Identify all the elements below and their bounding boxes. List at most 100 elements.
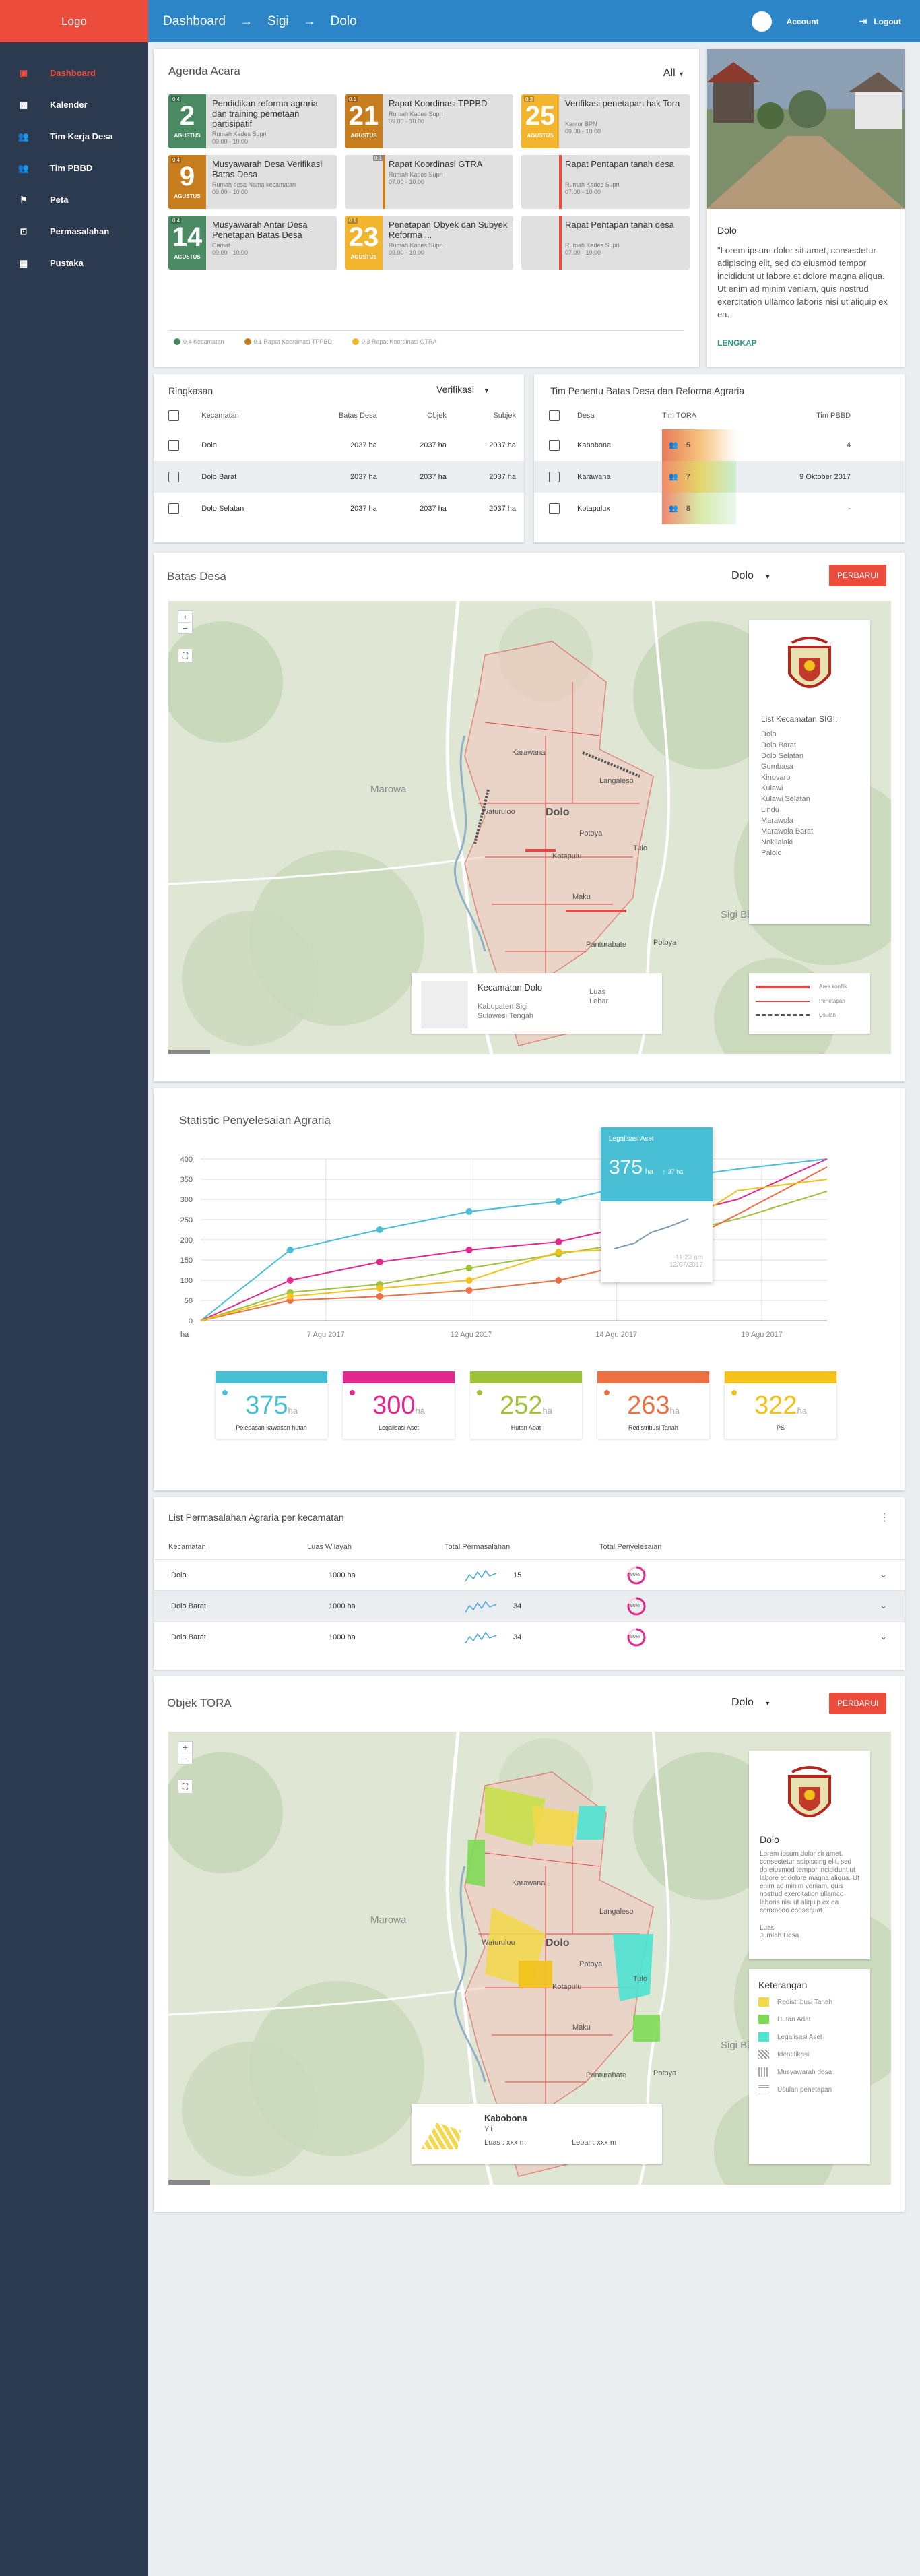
column-header[interactable]: Objek bbox=[385, 402, 455, 429]
kecamatan-list-item[interactable]: Dolo Barat bbox=[761, 740, 858, 751]
row-checkbox[interactable] bbox=[154, 429, 192, 461]
batas-select[interactable]: Dolo ▼ bbox=[731, 570, 770, 582]
kecamatan-list-item[interactable]: Dolo bbox=[761, 729, 858, 740]
sidebar-item-peta[interactable]: ⚑ Peta bbox=[0, 184, 148, 216]
avatar[interactable] bbox=[751, 11, 772, 32]
data-point[interactable] bbox=[465, 1287, 473, 1294]
agenda-event[interactable]: Rapat Pentapan tanah desa Rumah Kades Sup… bbox=[521, 155, 690, 209]
profile-more-link[interactable]: LENGKAP bbox=[717, 338, 757, 348]
sidebar-item-permasalahan[interactable]: ⊡ Permasalahan bbox=[0, 216, 148, 247]
checkbox[interactable] bbox=[549, 471, 560, 482]
column-header[interactable]: Luas Wilayah bbox=[307, 1543, 352, 1551]
data-point[interactable] bbox=[376, 1293, 383, 1300]
chevron-down-icon[interactable]: ⌄ bbox=[880, 1631, 887, 1642]
agenda-event[interactable]: 0.4 2 AGUSTUS Pendidikan reforma agraria da… bbox=[168, 94, 337, 148]
breadcrumb-dashboard[interactable]: Dashboard bbox=[163, 14, 226, 29]
chevron-down-icon[interactable]: ⌄ bbox=[880, 1569, 887, 1580]
kecamatan-list-item[interactable]: Kulawi Selatan bbox=[761, 794, 858, 805]
data-point[interactable] bbox=[376, 1259, 383, 1265]
table-row[interactable]: Dolo Selatan 2037 ha 2037 ha 2037 ha bbox=[154, 493, 524, 524]
row-checkbox[interactable] bbox=[154, 493, 192, 524]
checkbox[interactable] bbox=[168, 439, 179, 451]
table-row[interactable]: Dolo 2037 ha 2037 ha 2037 ha bbox=[154, 429, 524, 461]
data-point[interactable] bbox=[376, 1226, 383, 1233]
data-point[interactable] bbox=[286, 1277, 294, 1284]
zoom-in-icon[interactable]: + bbox=[178, 1742, 192, 1753]
logout-link[interactable]: Logout bbox=[874, 17, 901, 26]
checkbox[interactable] bbox=[168, 503, 179, 514]
data-point[interactable] bbox=[465, 1247, 473, 1253]
tora-select[interactable]: Dolo ▼ bbox=[731, 1697, 770, 1709]
data-point[interactable] bbox=[465, 1208, 473, 1215]
fullscreen-icon[interactable]: ⛶ bbox=[178, 648, 193, 663]
checkbox[interactable] bbox=[549, 503, 560, 514]
data-point[interactable] bbox=[286, 1247, 294, 1253]
sidebar-item-dashboard[interactable]: ▣ Dashboard bbox=[0, 57, 148, 89]
data-point[interactable] bbox=[555, 1198, 562, 1205]
data-point[interactable] bbox=[286, 1293, 294, 1300]
row-checkbox[interactable] bbox=[534, 493, 568, 524]
kecamatan-list-item[interactable]: Dolo Selatan bbox=[761, 751, 858, 761]
agenda-event[interactable]: 0.1 23 AGUSTUS Penetapan Obyek dan Subyek R… bbox=[345, 216, 513, 270]
account-link[interactable]: Account bbox=[787, 17, 819, 26]
zoom-in-icon[interactable]: + bbox=[178, 611, 192, 623]
ringkasan-filter[interactable]: Verifikasi ▼ bbox=[436, 384, 490, 395]
checkbox[interactable] bbox=[549, 410, 560, 421]
zoom-out-icon[interactable]: − bbox=[178, 1753, 192, 1764]
column-header[interactable]: Total Permasalahan bbox=[445, 1543, 510, 1551]
column-header[interactable]: Subjek bbox=[455, 402, 524, 429]
breadcrumb-sigi[interactable]: Sigi bbox=[267, 14, 289, 29]
table-row[interactable]: Dolo Barat 2037 ha 2037 ha 2037 ha bbox=[154, 461, 524, 493]
row-checkbox[interactable] bbox=[154, 461, 193, 493]
column-header[interactable]: Tim PBBD bbox=[750, 402, 905, 429]
column-header[interactable]: Kecamatan bbox=[168, 1543, 206, 1551]
sidebar-item-tim-kerja-desa[interactable]: 👥 Tim Kerja Desa bbox=[0, 121, 148, 152]
tora-update-button[interactable]: PERBARUI bbox=[829, 1693, 887, 1714]
problem-row[interactable]: Dolo 1000 ha 15 80% ⌄ bbox=[154, 1559, 905, 1590]
problem-row[interactable]: Dolo Barat 1000 ha 34 80% ⌄ bbox=[154, 1621, 905, 1652]
kecamatan-list-item[interactable]: Palolo bbox=[761, 848, 858, 858]
data-point[interactable] bbox=[555, 1238, 562, 1245]
agenda-event[interactable]: Rapat Pentapan tanah desa Rumah Kades Sup… bbox=[521, 216, 690, 270]
column-header[interactable]: Desa bbox=[568, 402, 662, 429]
kecamatan-list-item[interactable]: Nokilalaki bbox=[761, 837, 858, 848]
more-vert-icon[interactable]: ⋮ bbox=[879, 1511, 890, 1524]
table-row[interactable]: Kotapulux 👥 8- bbox=[534, 493, 905, 524]
header-checkbox[interactable] bbox=[534, 402, 568, 429]
logout-icon[interactable]: ⇥ bbox=[859, 15, 867, 27]
kecamatan-list-item[interactable]: Kulawi bbox=[761, 783, 858, 794]
checkbox[interactable] bbox=[549, 439, 560, 451]
sidebar-item-tim-pbbd[interactable]: 👥 Tim PBBD bbox=[0, 152, 148, 184]
tora-map[interactable]: Karawana Langaleso Dolo Potoya Tulo Kotapulu M… bbox=[168, 1732, 891, 2185]
column-header[interactable]: Total Penyelesaian bbox=[599, 1543, 661, 1551]
zoom-out-icon[interactable]: − bbox=[178, 623, 192, 633]
checkbox[interactable] bbox=[168, 410, 179, 421]
agenda-event[interactable]: 0.3 25 AGUSTUS Verifikasi penetapan hak Tor… bbox=[521, 94, 690, 148]
chevron-down-icon[interactable]: ⌄ bbox=[880, 1600, 887, 1611]
batas-update-button[interactable]: PERBARUI bbox=[829, 565, 887, 586]
kecamatan-list-item[interactable]: Kinovaro bbox=[761, 772, 858, 783]
agenda-event[interactable]: 0.1 Rapat Koordinasi GTRA Rumah Kades Supr… bbox=[345, 155, 513, 209]
column-header[interactable]: Kecamatan bbox=[192, 402, 285, 429]
data-point[interactable] bbox=[555, 1249, 562, 1255]
agenda-filter[interactable]: All ▼ bbox=[663, 67, 684, 80]
problem-row[interactable]: Dolo Barat 1000 ha 34 80% ⌄ bbox=[154, 1590, 905, 1621]
batas-map[interactable]: Karawana Langaleso Dolo Potoya Tulo Kotapulu M… bbox=[168, 601, 891, 1054]
agenda-event[interactable]: 0.4 9 AGUSTUS Musyawarah Desa Verifikasi Ba… bbox=[168, 155, 337, 209]
column-header[interactable]: Tim TORA bbox=[662, 402, 750, 429]
data-point[interactable] bbox=[465, 1277, 473, 1284]
kecamatan-list-item[interactable]: Lindu bbox=[761, 805, 858, 815]
app-logo[interactable]: Logo bbox=[0, 0, 148, 42]
data-point[interactable] bbox=[376, 1285, 383, 1292]
table-row[interactable]: Kabobona 👥 5 4 bbox=[534, 429, 905, 461]
data-point[interactable] bbox=[465, 1265, 473, 1271]
checkbox[interactable] bbox=[168, 471, 179, 482]
sidebar-item-kalender[interactable]: ▦ Kalender bbox=[0, 89, 148, 121]
kecamatan-list-item[interactable]: Marawola Barat bbox=[761, 826, 858, 837]
row-checkbox[interactable] bbox=[534, 461, 568, 493]
table-row[interactable]: Karawana 👥 7 9 Oktober 2017 bbox=[534, 461, 905, 493]
header-checkbox[interactable] bbox=[154, 402, 192, 429]
sidebar-item-pustaka[interactable]: ▦ Pustaka bbox=[0, 247, 148, 279]
fullscreen-icon[interactable]: ⛶ bbox=[178, 1779, 193, 1794]
agenda-event[interactable]: 0.4 14 AGUSTUS Musyawarah Antar Desa Peneta… bbox=[168, 216, 337, 270]
